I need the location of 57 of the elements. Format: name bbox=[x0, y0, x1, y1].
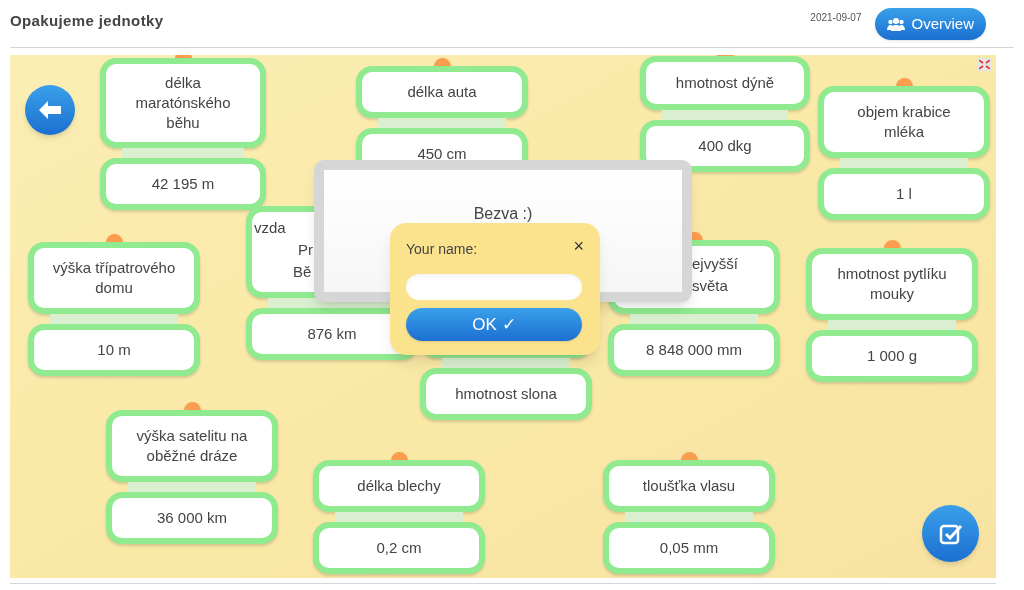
card-label: 36 000 km bbox=[156, 508, 227, 528]
name-input[interactable] bbox=[406, 274, 582, 300]
date-label: 2021-09-07 bbox=[810, 11, 862, 25]
card[interactable]: 8 848 000 mm bbox=[608, 324, 780, 376]
card[interactable]: délka blechy bbox=[313, 460, 485, 512]
ok-button[interactable]: OK ✓ bbox=[406, 308, 582, 341]
card-label: 42 195 m bbox=[151, 174, 215, 194]
card[interactable]: 36 000 km bbox=[106, 492, 278, 544]
card[interactable]: délka maratónského běhu bbox=[100, 58, 266, 148]
card[interactable]: 10 m bbox=[28, 324, 200, 376]
card[interactable]: hmotnost pytlíku mouky bbox=[806, 248, 978, 320]
card-label-fragment: světa bbox=[692, 276, 728, 296]
card-label: délka maratónského běhu bbox=[134, 73, 232, 133]
card[interactable]: 400 dkg bbox=[640, 120, 810, 172]
result-message: Bezva :) bbox=[473, 204, 533, 224]
card-label: hmotnost dýně bbox=[675, 73, 775, 93]
card-label: hmotnost slona bbox=[455, 384, 557, 404]
card[interactable]: hmotnost dýně bbox=[640, 56, 810, 110]
card-label: tloušťka vlasu bbox=[642, 476, 736, 496]
card-label: 1 l bbox=[896, 184, 912, 204]
card-label: délka blechy bbox=[357, 476, 441, 496]
name-label: Your name: bbox=[406, 240, 478, 259]
card-label: 1 000 g bbox=[866, 346, 917, 366]
card-label: 400 dkg bbox=[698, 136, 752, 156]
card-label: 876 km bbox=[307, 324, 357, 344]
card[interactable]: výška třípatrového domu bbox=[28, 242, 200, 314]
page-title: Opakujeme jednotky bbox=[10, 11, 164, 31]
fullscreen-button[interactable] bbox=[977, 58, 992, 71]
card-label-fragment: ejvyšší bbox=[692, 254, 738, 274]
card-label-fragment: Bě bbox=[293, 262, 312, 282]
card[interactable]: tloušťka vlasu bbox=[603, 460, 775, 512]
arrow-left-icon bbox=[39, 101, 61, 119]
card-label: výška satelitu na oběžné dráze bbox=[135, 426, 249, 466]
card[interactable]: 0,05 mm bbox=[603, 522, 775, 574]
card-label: délka auta bbox=[407, 82, 477, 102]
card[interactable]: délka auta bbox=[356, 66, 528, 118]
overview-button[interactable]: Overview bbox=[875, 8, 986, 40]
collapse-icon bbox=[979, 60, 990, 69]
card-label: 10 m bbox=[97, 340, 131, 360]
card[interactable]: 1 l bbox=[818, 168, 990, 220]
card[interactable]: objem krabice mléka bbox=[818, 86, 990, 158]
card-label: výška třípatrového domu bbox=[51, 258, 177, 298]
card-label: 0,2 cm bbox=[376, 538, 422, 558]
card[interactable]: 1 000 g bbox=[806, 330, 978, 382]
card-label-fragment: vzda bbox=[254, 218, 286, 238]
users-icon bbox=[887, 17, 906, 31]
close-button[interactable]: × bbox=[573, 237, 584, 255]
card-label-fragment: Pr bbox=[298, 240, 313, 260]
card[interactable]: hmotnost slona bbox=[420, 368, 592, 420]
card-label: objem krabice mléka bbox=[856, 102, 952, 142]
card-label: 450 cm bbox=[417, 144, 467, 164]
card-label: hmotnost pytlíku mouky bbox=[836, 264, 948, 304]
card[interactable]: 0,2 cm bbox=[313, 522, 485, 574]
card[interactable]: 42 195 m bbox=[100, 158, 266, 210]
card-label: 8 848 000 mm bbox=[646, 340, 742, 360]
card[interactable]: výška satelitu na oběžné dráze bbox=[106, 410, 278, 482]
card-label: 0,05 mm bbox=[659, 538, 719, 558]
